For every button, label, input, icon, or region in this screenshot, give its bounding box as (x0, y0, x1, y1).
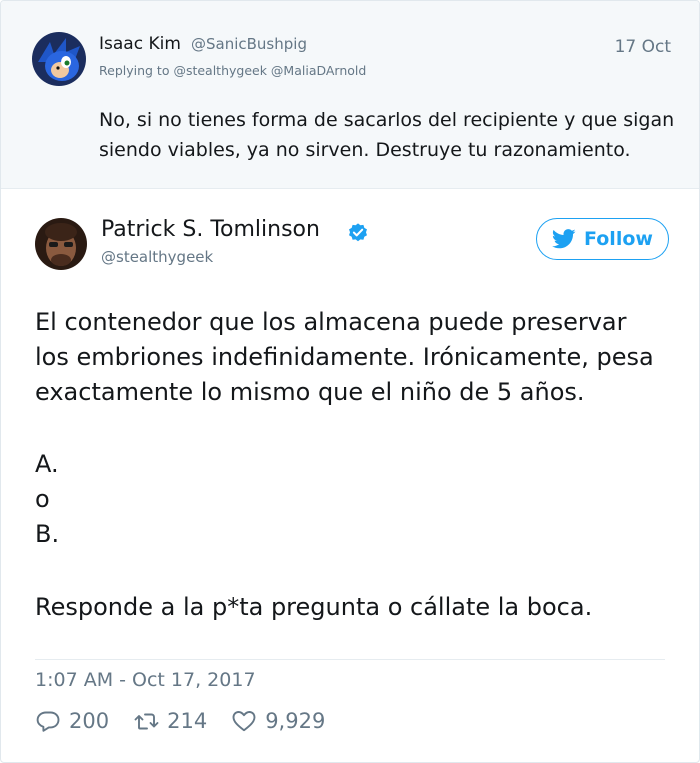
like-action[interactable]: 9,929 (231, 709, 325, 733)
like-count: 9,929 (265, 709, 326, 733)
tweet-body-line: A. (35, 450, 59, 478)
reply-tweet: Isaac Kim @SanicBushpig 17 Oct Replying … (1, 1, 699, 189)
reply-text-line: siendo viables, ya no sirven. Destruye t… (99, 139, 631, 161)
reply-author-name[interactable]: Isaac Kim (99, 34, 181, 54)
replying-to-label: Replying to @stealthygeek @MaliaDArnold (99, 63, 367, 78)
reply-text-line: No, si no tienes forma de sacarlos del r… (99, 109, 675, 131)
tweet-card: Isaac Kim @SanicBushpig 17 Oct Replying … (0, 0, 700, 763)
reply-avatar[interactable] (32, 32, 86, 86)
reply-action[interactable]: 200 (35, 709, 109, 733)
verified-badge-icon (349, 223, 367, 242)
tweet-body-line: exactamente lo mismo que el niño de 5 añ… (35, 378, 585, 406)
twitter-bird-icon (552, 229, 576, 249)
tweet-body-line: B. (35, 520, 60, 548)
divider (35, 659, 665, 660)
retweet-count: 214 (167, 709, 208, 733)
follow-button[interactable]: Follow (536, 218, 669, 260)
retweet-action[interactable]: 214 (133, 709, 207, 733)
reply-icon (36, 711, 60, 732)
follow-button-label: Follow (584, 228, 653, 250)
tweet-actions: 200 214 9,929 (35, 706, 349, 736)
reply-date[interactable]: 17 Oct (615, 37, 671, 57)
reply-author-handle[interactable]: @SanicBushpig (191, 35, 307, 53)
tweet-body-line: o (35, 485, 50, 513)
retweet-icon (134, 713, 159, 730)
author-avatar[interactable] (35, 218, 87, 270)
tweet-body-line: Responde a la p*ta pregunta o cállate la… (35, 593, 593, 621)
tweet-body-line: los embriones indefinidamente. Irónicame… (35, 343, 654, 371)
author-name[interactable]: Patrick S. Tomlinson (101, 217, 320, 242)
tweet-timestamp[interactable]: 1:07 AM - Oct 17, 2017 (35, 669, 256, 691)
author-handle[interactable]: @stealthygeek (101, 248, 213, 266)
reply-count: 200 (69, 709, 110, 733)
heart-icon (232, 711, 256, 732)
reply-text: No, si no tienes forma de sacarlos del r… (99, 105, 689, 165)
tweet-body-line: El contenedor que los almacena puede pre… (35, 308, 627, 336)
